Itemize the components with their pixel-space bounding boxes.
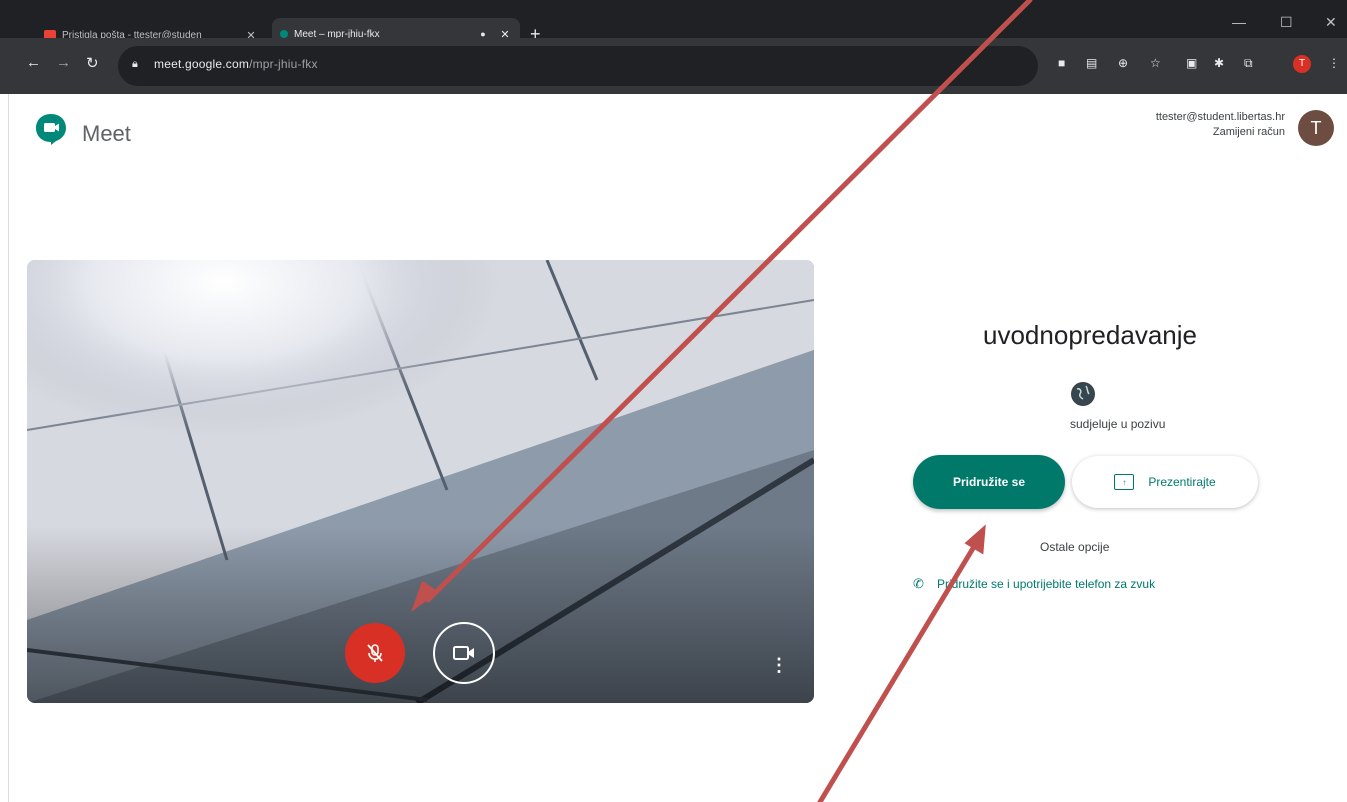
video-camera-icon (453, 646, 474, 660)
meet-header: Meet ttester@student.libertas.hr Zamijen… (0, 94, 1347, 176)
present-screen-icon: ↑ (1114, 474, 1135, 490)
globe-icon (1072, 383, 1094, 405)
extension-icon[interactable]: ▣ (1186, 56, 1197, 70)
switch-account-link[interactable]: Zamijeni račun (1156, 125, 1285, 140)
minimize-button[interactable]: — (1232, 14, 1246, 30)
join-button[interactable]: Pridružite se (913, 455, 1065, 509)
account-info: ttester@student.libertas.hr Zamijeni rač… (1156, 110, 1285, 140)
tab-search-icon[interactable]: ▤ (1086, 56, 1097, 70)
zoom-icon[interactable]: ⊕ (1118, 56, 1128, 70)
cast-icon[interactable]: ⧉ (1244, 56, 1253, 71)
present-button[interactable]: ↑ Prezentirajte (1072, 456, 1258, 508)
camera-toggle-button[interactable] (433, 622, 495, 684)
camera-icon[interactable]: ■ (1058, 56, 1065, 70)
present-button-label: Prezentirajte (1148, 475, 1216, 489)
forward-icon[interactable]: → (56, 54, 71, 71)
browser-tab-strip: Pristigla pošta - ttester@studen ✕ Meet … (0, 0, 1347, 50)
mic-toggle-button[interactable] (345, 623, 405, 683)
avatar[interactable]: T (1298, 110, 1334, 146)
maximize-button[interactable]: ☐ (1280, 14, 1293, 31)
lock-icon: 🔒︎ (132, 58, 138, 70)
mic-off-icon (367, 644, 383, 662)
url-text: meet.google.com/mpr-jhiu-fkx (154, 57, 318, 71)
browser-toolbar: ← → ↻ 🔒︎ meet.google.com/mpr-jhiu-fkx ■ … (0, 38, 1347, 94)
back-icon[interactable]: ← (26, 54, 41, 71)
browser-profile-icon[interactable]: T (1293, 55, 1311, 73)
participant-avatar (1071, 382, 1095, 406)
meeting-title: uvodnopredavanje (983, 320, 1197, 350)
app-title: Meet (82, 121, 131, 146)
other-options-label: Ostale opcije (1040, 540, 1110, 554)
camera-image (27, 260, 814, 703)
reload-icon[interactable]: ↻ (86, 54, 99, 72)
camera-preview (27, 260, 814, 703)
page-edge (0, 94, 9, 802)
browser-menu-icon[interactable]: ⋮ (1328, 56, 1340, 70)
puzzle-icon[interactable]: ✱ (1214, 56, 1224, 70)
phone-icon: ✆ (913, 576, 924, 591)
address-bar[interactable]: 🔒︎ meet.google.com/mpr-jhiu-fkx (118, 46, 1038, 86)
annotation-arrowhead-join (964, 524, 986, 555)
more-options-icon[interactable]: ⋮ (770, 655, 788, 676)
join-by-phone-link[interactable]: ✆ Pridružite se i upotrijebite telefon z… (913, 576, 1155, 592)
meet-logo-icon (36, 114, 66, 145)
join-by-phone-label: Pridružite se i upotrijebite telefon za … (937, 577, 1156, 591)
participant-status: sudjeluje u pozivu (1070, 417, 1166, 431)
meet-icon (280, 30, 288, 38)
window-close-button[interactable]: ✕ (1325, 14, 1337, 31)
account-email: ttester@student.libertas.hr (1155, 111, 1285, 123)
bookmark-star-icon[interactable]: ☆ (1150, 56, 1161, 70)
